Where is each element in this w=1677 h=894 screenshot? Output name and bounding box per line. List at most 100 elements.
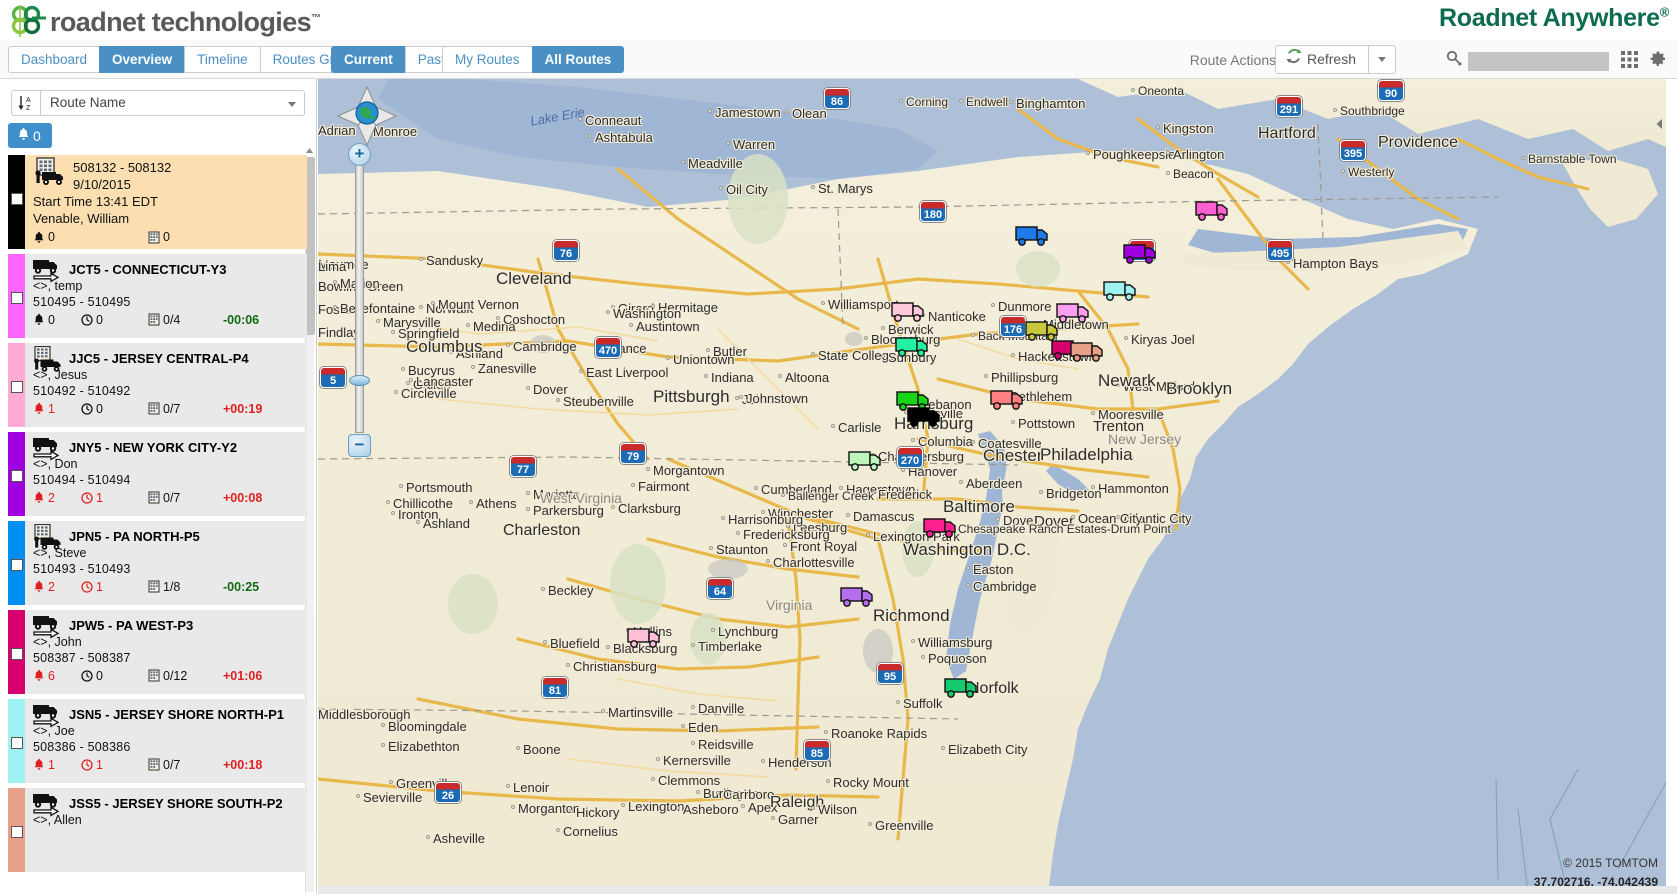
map-place-dot [996, 517, 1000, 521]
map-zoom-slider[interactable]: + − [348, 137, 371, 457]
route-name: JJC5 - JERSEY CENTRAL-P4 [69, 351, 249, 366]
route-list[interactable]: 508132 - 508132 9/10/2015 Start Time 13:… [0, 155, 316, 894]
route-ids: 508387 - 508387 [33, 651, 131, 665]
map-place-dot [821, 301, 825, 305]
highway-shield-icon: 495 [1267, 240, 1293, 261]
truck-marker[interactable] [944, 677, 980, 699]
tab-my-routes[interactable]: My Routes [442, 46, 532, 73]
map-place-dot [651, 777, 655, 781]
truck-marker[interactable] [848, 450, 884, 472]
truck-marker[interactable] [627, 627, 663, 649]
truck-marker[interactable] [1103, 280, 1139, 302]
route-checkbox[interactable] [11, 826, 23, 838]
truck-moving-icon [32, 791, 66, 824]
refresh-button[interactable]: Refresh [1274, 45, 1369, 74]
truck-marker[interactable] [1195, 200, 1231, 222]
truck-marker[interactable] [907, 406, 943, 428]
zoom-slider-handle[interactable] [349, 375, 370, 386]
truck-marker[interactable] [840, 586, 876, 608]
map-place-dot [811, 806, 815, 810]
route-list-item[interactable]: JCT5 - CONNECTICUT-Y3 <>, temp 510495 - … [8, 254, 307, 338]
truck-marker[interactable] [1123, 243, 1159, 265]
map-place-dot [864, 336, 868, 340]
zoom-in-button[interactable]: + [348, 143, 371, 166]
collapse-panel-icon[interactable] [1655, 117, 1664, 129]
truck-marker[interactable] [990, 389, 1026, 411]
grid-apps-icon[interactable] [1620, 50, 1639, 74]
late-stat: 0 [81, 669, 103, 683]
map-place-dot [1091, 485, 1095, 489]
route-list-item[interactable]: JPW5 - PA WEST-P3 <>, John 508387 - 5083… [8, 610, 307, 694]
truck-marker[interactable] [923, 517, 959, 539]
route-summary-body: 508132 - 508132 9/10/2015 Start Time 13:… [25, 155, 307, 249]
route-checkbox[interactable] [11, 193, 23, 205]
map-place-dot [991, 303, 995, 307]
map-place-dot [716, 791, 720, 795]
route-list-item[interactable]: JSN5 - JERSEY SHORE NORTH-P1 <>, Joe 508… [8, 699, 307, 783]
highway-shield-icon: 470 [595, 337, 621, 358]
route-list-item[interactable]: JSS5 - JERSEY SHORE SOUTH-P2 <>, Allen [8, 788, 307, 872]
truck-marker[interactable] [1015, 225, 1051, 247]
map-place-dot [921, 655, 925, 659]
route-list-item[interactable]: JJC5 - JERSEY CENTRAL-P4 <>, Jesus 51049… [8, 343, 307, 427]
sort-field-select[interactable]: Route Name [41, 90, 305, 116]
route-summary-item[interactable]: 508132 - 508132 9/10/2015 Start Time 13:… [8, 155, 307, 249]
map-place-dot [831, 424, 835, 428]
route-list-item[interactable]: JNY5 - NEW YORK CITY-Y2 <>, Don 510494 -… [8, 432, 307, 516]
search-icon[interactable] [1446, 50, 1463, 72]
alert-count-badge[interactable]: 0 [8, 123, 52, 148]
alerts-stat: 2 [33, 491, 55, 505]
map-place-dot [588, 134, 592, 138]
truck-moving-icon [32, 257, 66, 290]
route-stats: 0 0 [33, 228, 303, 246]
refresh-label: Refresh [1306, 51, 1356, 67]
map-place-dot [1341, 169, 1345, 173]
map-place-dot [739, 395, 743, 399]
stops-stat: 0/7 [148, 402, 180, 416]
gear-icon[interactable] [1647, 49, 1667, 74]
map-place-dot [431, 301, 435, 305]
highway-shield-icon: 270 [897, 447, 923, 468]
map-place-dot [506, 343, 510, 347]
map-place-dot [1116, 515, 1120, 519]
route-checkbox[interactable] [11, 470, 23, 482]
truck-marker[interactable] [891, 301, 927, 323]
map-place-dot [569, 809, 573, 813]
route-checkbox[interactable] [11, 648, 23, 660]
zoom-out-button[interactable]: − [348, 434, 371, 457]
truck-marker[interactable] [1070, 341, 1106, 363]
tab-overview[interactable]: Overview [99, 46, 185, 73]
route-checkbox[interactable] [11, 737, 23, 749]
route-ids: 510494 - 510494 [33, 473, 131, 487]
roadnet-logo[interactable]: roadnet technologies™ [8, 2, 321, 39]
route-body: JCT5 - CONNECTICUT-Y3 <>, temp 510495 - … [25, 254, 307, 338]
map-place-dot [785, 110, 789, 114]
route-checkbox[interactable] [11, 292, 23, 304]
refresh-options-button[interactable] [1369, 45, 1396, 74]
search-input[interactable] [1468, 51, 1609, 71]
route-checkbox[interactable] [11, 559, 23, 571]
route-list-item[interactable]: JPN5 - PA NORTH-P5 <>, Steve 510493 - 51… [8, 521, 307, 605]
tab-current[interactable]: Current [331, 46, 405, 73]
route-driver: <>, Jesus [33, 368, 88, 382]
view-tabs-group: Dashboard Overview Timeline Routes Grid [8, 46, 385, 73]
stops-stat: 1/8 [148, 580, 180, 594]
map-place-dot [881, 354, 885, 358]
truck-marker[interactable] [895, 336, 931, 358]
sort-az-icon[interactable]: A Z [11, 90, 41, 116]
tab-all-routes[interactable]: All Routes [531, 46, 625, 73]
map-canvas[interactable]: Lake Erie Adrian Monroe Conneaut Ashtabula Ja… [318, 79, 1666, 894]
tab-timeline[interactable]: Timeline [184, 46, 260, 73]
tab-dashboard[interactable]: Dashboard [8, 46, 100, 73]
map-place-dot [941, 746, 945, 750]
zoom-track[interactable] [355, 157, 364, 433]
truck-marker[interactable] [1056, 302, 1092, 324]
map-place-dot [1156, 125, 1160, 129]
map-place-dot [1131, 88, 1135, 92]
map-place-dot [401, 367, 405, 371]
route-checkbox[interactable] [11, 381, 23, 393]
schedule-delta: -00:06 [223, 312, 260, 327]
route-driver: Venable, William [33, 211, 130, 226]
chevron-down-icon [288, 102, 296, 107]
map-place-dot [704, 374, 708, 378]
